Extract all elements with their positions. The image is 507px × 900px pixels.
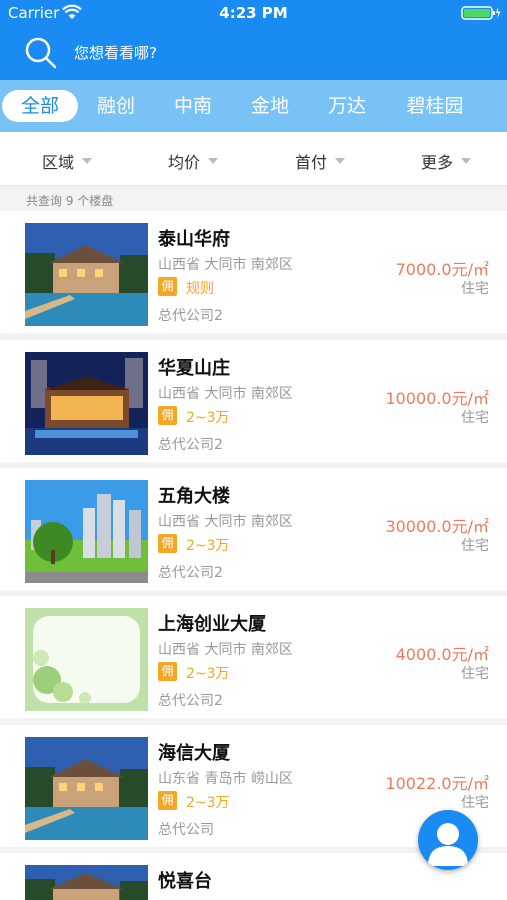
property-photo [25,480,148,583]
property-price: 7000.0元/㎡ [395,260,489,279]
commission-badge: 佣 [158,406,177,425]
agent-company: 总代公司2 [158,565,223,581]
caret-down-icon [461,158,472,164]
filter-more-label: 更多 [421,153,454,172]
battery-icon [461,6,501,20]
tab-gemdale[interactable]: 金地 [240,90,300,122]
tab-country-garden[interactable]: 碧桂园 [398,90,472,122]
caret-down-icon [208,158,219,164]
property-location: 山东省 青岛市 崂山区 [158,771,293,787]
property-price: 10000.0元/㎡ [385,389,489,408]
commission-badge: 佣 [158,662,177,681]
property-type: 住宅 [461,666,489,682]
profile-fab[interactable] [418,810,478,870]
property-photo [25,737,148,840]
property-photo [25,608,148,711]
developer-tabs: 全部 融创 中南 金地 万达 碧桂园 [0,80,507,132]
caret-down-icon [82,158,93,164]
tab-zhongnan[interactable]: 中南 [163,90,223,122]
commission-badge: 佣 [158,277,177,296]
filter-down-payment-label: 首付 [295,153,328,172]
property-price: 10022.0元/㎡ [385,774,489,793]
filter-down-payment[interactable]: 首付 [295,149,346,173]
property-photo [25,223,148,326]
search-input[interactable]: 您想看看哪? [74,42,157,63]
property-photo [25,865,148,900]
filter-price-label: 均价 [168,153,201,172]
status-bar: Carrier 4:23 PM [0,0,507,26]
caret-down-icon [335,158,346,164]
agent-company: 总代公司2 [158,437,223,453]
clock: 4:23 PM [219,4,288,22]
commission-badge: 佣 [158,791,177,810]
user-avatar-icon [428,823,468,866]
list-item[interactable]: 上海创业大厦 山西省 大同市 南郊区 佣 2~3万 总代公司2 4000.0元/… [0,596,507,718]
list-item[interactable]: 华夏山庄 山西省 大同市 南郊区 佣 2~3万 总代公司2 10000.0元/㎡… [0,340,507,462]
filter-bar: 区域 均价 首付 更多 [0,132,507,186]
tab-sunac[interactable]: 融创 [86,90,146,122]
agent-company: 总代公司 [158,822,214,838]
property-name: 五角大楼 [158,486,230,507]
commission-value: 2~3万 [186,410,230,426]
property-location: 山西省 大同市 南郊区 [158,257,293,273]
search-icon[interactable] [24,36,58,70]
property-location: 山西省 大同市 南郊区 [158,642,293,658]
property-type: 住宅 [461,795,489,811]
filter-price[interactable]: 均价 [168,149,219,173]
filter-area-label: 区域 [42,153,75,172]
property-price: 30000.0元/㎡ [385,517,489,536]
filter-area[interactable]: 区域 [42,149,93,173]
search-bar[interactable]: 您想看看哪? [0,26,507,80]
tab-wanda[interactable]: 万达 [317,90,377,122]
property-name: 华夏山庄 [158,358,230,379]
filter-more[interactable]: 更多 [421,149,472,173]
property-location: 山西省 大同市 南郊区 [158,386,293,402]
commission-badge: 佣 [158,534,177,553]
agent-company: 总代公司2 [158,693,223,709]
property-name: 悦喜台 [158,871,212,892]
commission-value: 2~3万 [186,538,230,554]
list-item[interactable]: 五角大楼 山西省 大同市 南郊区 佣 2~3万 总代公司2 30000.0元/㎡… [0,468,507,590]
commission-value: 2~3万 [186,795,230,811]
property-price: 4000.0元/㎡ [395,645,489,664]
property-photo [25,352,148,455]
commission-value: 规则 [186,281,214,297]
property-type: 住宅 [461,538,489,554]
property-type: 住宅 [461,281,489,297]
commission-value: 2~3万 [186,666,230,682]
property-location: 山西省 大同市 南郊区 [158,514,293,530]
property-type: 住宅 [461,410,489,426]
list-item[interactable]: 泰山华府 山西省 大同市 南郊区 佣 规则 总代公司2 7000.0元/㎡ 住宅 [0,211,507,333]
result-count: 共查询 9 个楼盘 [26,194,114,208]
property-name: 海信大厦 [158,743,230,764]
agent-company: 总代公司2 [158,308,223,324]
tab-all[interactable]: 全部 [2,90,78,122]
property-name: 泰山华府 [158,229,230,250]
property-name: 上海创业大厦 [158,614,266,635]
